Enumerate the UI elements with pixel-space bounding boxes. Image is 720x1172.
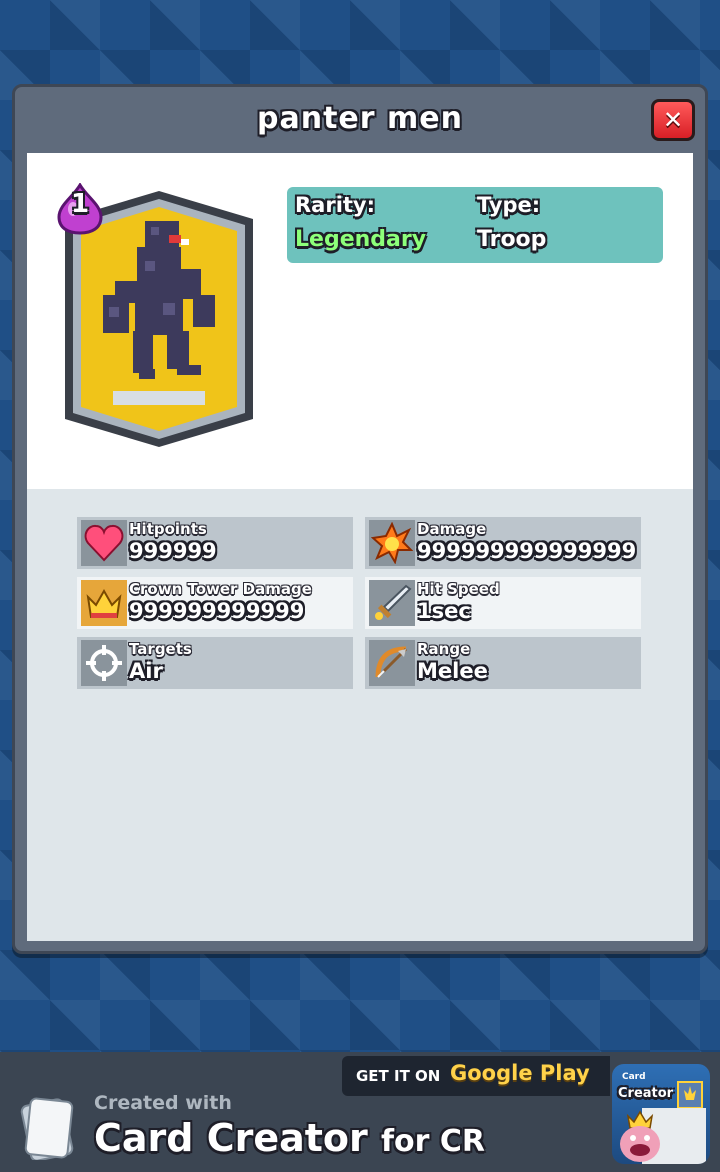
stat-label: Range [417, 640, 471, 658]
for-cr-text: for CR [381, 1124, 486, 1159]
type-label: Type: [477, 193, 541, 217]
stat-value: Air [129, 659, 163, 683]
elixir-cost-badge: 1 [57, 183, 103, 235]
close-button[interactable]: ✕ [651, 99, 695, 141]
heart-icon [81, 520, 127, 566]
rarity-type-box: Rarity: Type: Legendary Troop [287, 187, 663, 263]
stat-label: Hit Speed [417, 580, 500, 598]
stat-label: Damage [417, 520, 487, 538]
card-info-modal: panter men ✕ 1 Rarity: Type: Legendary T… [12, 84, 708, 954]
sword-icon [369, 580, 415, 626]
stat-value: Melee [417, 659, 488, 683]
crosshair-icon [81, 640, 127, 686]
created-with-text: Created with [94, 1092, 232, 1114]
stat-value: 999999999999 [129, 599, 305, 623]
close-x-icon: ✕ [662, 106, 684, 134]
get-it-on-text: GET IT ON [356, 1067, 441, 1085]
card-creator-text: Card Creator [94, 1116, 368, 1160]
explosion-icon [369, 520, 415, 566]
google-play-text: Google Play [450, 1061, 590, 1085]
stat-damage: Damage 999999999999999 [365, 517, 641, 569]
promo-footer[interactable]: GET IT ON Google Play Created with Card … [0, 1052, 720, 1172]
stat-hitpoints: Hitpoints 999999 [77, 517, 353, 569]
stat-range: Range Melee [365, 637, 641, 689]
rarity-value: Legendary [295, 227, 427, 252]
stat-label: Crown Tower Damage [129, 580, 312, 598]
stat-crown-tower-damage: Crown Tower Damage 999999999999 [77, 577, 353, 629]
stat-hit-speed: Hit Speed 1sec [365, 577, 641, 629]
king-avatar-icon [620, 1081, 706, 1164]
bow-icon [369, 640, 415, 686]
stat-value: 999999 [129, 539, 217, 563]
app-icon[interactable]: Card Creator [612, 1064, 710, 1164]
stat-value: 1sec [417, 599, 471, 623]
card-image: 1 [57, 183, 253, 447]
stat-label: Targets [129, 640, 192, 658]
crown-tower-icon [81, 580, 127, 626]
card-creator-title: Card Creator for CR [94, 1116, 485, 1160]
card-creator-logo-icon [18, 1094, 78, 1162]
google-play-badge[interactable]: GET IT ON Google Play [342, 1056, 610, 1096]
elixir-cost-value: 1 [70, 189, 90, 219]
rarity-label: Rarity: [295, 193, 376, 217]
stat-targets: Targets Air [77, 637, 353, 689]
stat-value: 999999999999999 [417, 539, 637, 563]
type-value: Troop [477, 227, 547, 252]
modal-title: panter men [257, 101, 463, 136]
stat-label: Hitpoints [129, 520, 207, 538]
